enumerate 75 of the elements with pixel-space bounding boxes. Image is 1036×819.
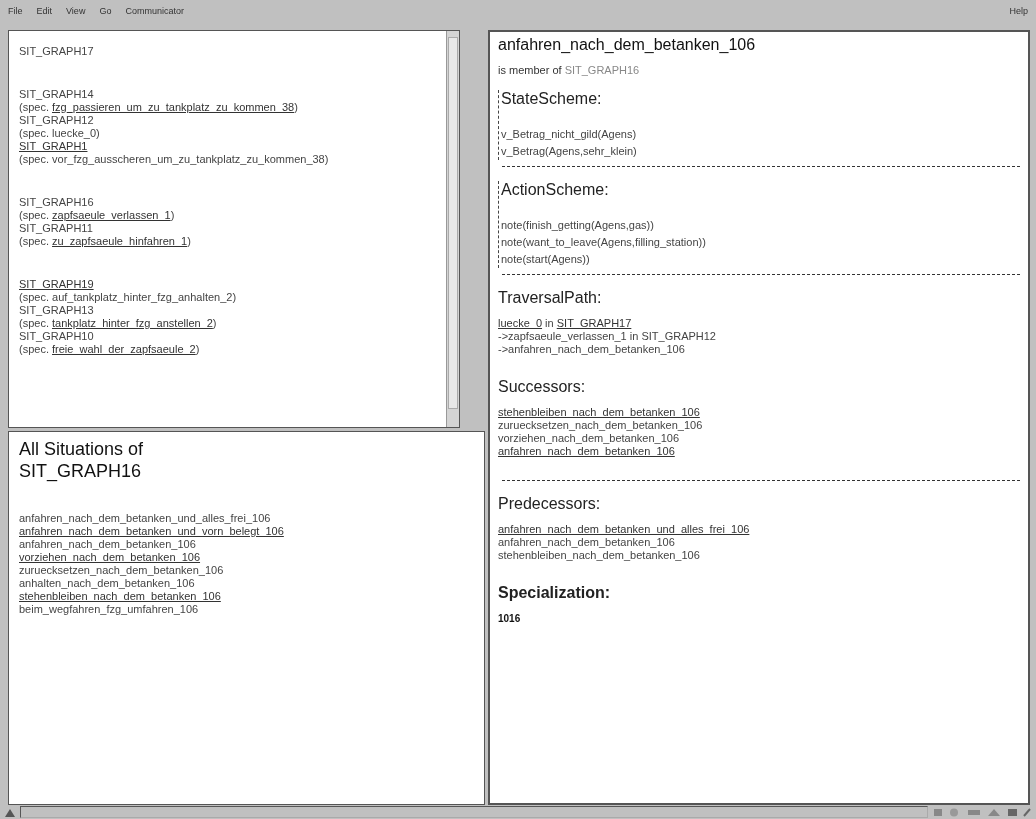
graph-name: SIT_GRAPH16 xyxy=(564,64,640,76)
section-heading: Predecessors: xyxy=(498,495,602,513)
paren-text: ) xyxy=(324,153,329,165)
graph-link[interactable]: SIT_GRAPH1 xyxy=(19,140,88,152)
situation-name: anhalten_nach_dem_betanken_106 xyxy=(19,577,195,589)
situation-name: anfahren_nach_dem_betanken_und_alles_frei_106 xyxy=(19,512,271,524)
graph-name: SIT_GRAPH17 xyxy=(19,45,94,57)
situation-name: anfahren_nach_dem_betanken_106 xyxy=(19,538,196,550)
scheme-line: note(start(Agens)) xyxy=(501,252,591,267)
paren-text: ) xyxy=(195,343,200,355)
graph-name: SIT_GRAPH10 xyxy=(19,330,94,342)
spec-label: (spec. xyxy=(19,317,50,329)
situation-name: zuruecksetzen_nach_dem_betanken_106 xyxy=(19,564,224,576)
paren-text: ) xyxy=(187,235,191,247)
graph-name: SIT_GRAPH13 xyxy=(19,304,94,316)
spec-label: (spec. xyxy=(19,235,50,247)
paren-text: ) xyxy=(212,317,217,329)
menu-item[interactable]: Go xyxy=(99,6,112,16)
menu-item[interactable]: Communicator xyxy=(125,6,184,16)
section-heading: Specialization: xyxy=(498,584,612,602)
graph-name: SIT_GRAPH14 xyxy=(19,88,94,100)
scheme-line: note(want_to_leave(Agens,filling_station)) xyxy=(501,235,707,250)
path-text: ->anfahren_nach_dem_betanken_106 xyxy=(498,343,685,355)
section-heading: StateScheme: xyxy=(501,90,603,108)
paren-text: ) xyxy=(96,127,100,139)
graph-name: SIT_GRAPH12 xyxy=(19,114,94,126)
help-menu[interactable]: Help xyxy=(1009,6,1028,16)
menu-item[interactable]: View xyxy=(66,6,86,16)
scrollbar[interactable] xyxy=(446,31,459,427)
graph-link[interactable]: SIT_GRAPH19 xyxy=(19,278,94,290)
spec-label: (spec. xyxy=(19,209,50,221)
situation-name: anfahren_nach_dem_betanken_106 xyxy=(498,536,675,548)
situation-link[interactable]: vorziehen_nach_dem_betanken_106 xyxy=(19,551,201,563)
spec-label: (spec. xyxy=(19,101,50,113)
graph-name: SIT_GRAPH16 xyxy=(19,196,94,208)
spec-label: (spec. xyxy=(19,343,50,355)
paren-text: ) xyxy=(294,101,298,113)
scheme-line: note(finish_getting(Agens,gas)) xyxy=(501,218,655,233)
section-heading: TraversalPath: xyxy=(498,289,603,307)
spec-name: vor_fzg_ausscheren_um_zu_tankplatz_zu_kommen_38 xyxy=(52,153,325,165)
situation-link[interactable]: anfahren_nach_dem_betanken_und_vorn_belegt_106 xyxy=(19,525,284,537)
spec-name: auf_tankplatz_hinter_fzg_anhalten_2 xyxy=(52,291,233,303)
spec-link[interactable]: zapfsaeule_verlassen_1 xyxy=(52,209,171,221)
menu-item[interactable]: File xyxy=(8,6,23,16)
spec-label: (spec. xyxy=(19,291,50,303)
spec-label: (spec. xyxy=(19,153,50,165)
member-label: is member of xyxy=(498,64,563,76)
spec-link[interactable]: tankplatz_hinter_fzg_anstellen_2 xyxy=(52,317,213,329)
scheme-line: v_Betrag_nicht_gild(Agens) xyxy=(501,127,638,142)
situation-name: zuruecksetzen_nach_dem_betanken_106 xyxy=(498,419,703,431)
menu-item[interactable]: Edit xyxy=(36,6,53,16)
section-heading: ActionScheme: xyxy=(501,181,610,199)
paren-text: ) xyxy=(232,291,237,303)
path-link[interactable]: luecke_0 xyxy=(498,317,543,329)
situation-link[interactable]: anfahren_nach_dem_betanken_106 xyxy=(498,445,675,457)
situation-link[interactable]: stehenbleiben_nach_dem_betanken_106 xyxy=(498,406,700,418)
spec-link[interactable]: fzg_passieren_um_zu_tankplatz_zu_kommen_38 xyxy=(52,101,295,113)
situation-name: beim_wegfahren_fzg_umfahren_106 xyxy=(19,603,199,615)
specialization-value: 1016 xyxy=(498,612,522,625)
path-text: in xyxy=(544,317,555,329)
section-heading: Successors: xyxy=(498,378,587,396)
situation-name: stehenbleiben_nach_dem_betanken_106 xyxy=(498,549,700,561)
paren-text: ) xyxy=(170,209,175,221)
pane-title: All Situations of SIT_GRAPH16 xyxy=(19,438,145,482)
situation-link[interactable]: stehenbleiben_nach_dem_betanken_106 xyxy=(19,590,221,602)
graph-name: SIT_GRAPH11 xyxy=(19,222,93,234)
situation-name: vorziehen_nach_dem_betanken_106 xyxy=(498,432,680,444)
path-link[interactable]: SIT_GRAPH17 xyxy=(556,317,632,329)
spec-label: (spec. xyxy=(19,127,50,139)
situation-title: anfahren_nach_dem_betanken_106 xyxy=(498,36,757,54)
path-text: ->zapfsaeule_verlassen_1 in SIT_GRAPH12 xyxy=(498,330,716,342)
situation-link[interactable]: anfahren_nach_dem_betanken_und_alles_frei_106 xyxy=(498,523,750,535)
spec-link[interactable]: freie_wahl_der_zapfsaeule_2 xyxy=(52,343,196,355)
spec-link[interactable]: zu_zapfsaeule_hinfahren_1 xyxy=(52,235,188,247)
scheme-line: v_Betrag(Agens,sehr_klein) xyxy=(501,144,638,159)
